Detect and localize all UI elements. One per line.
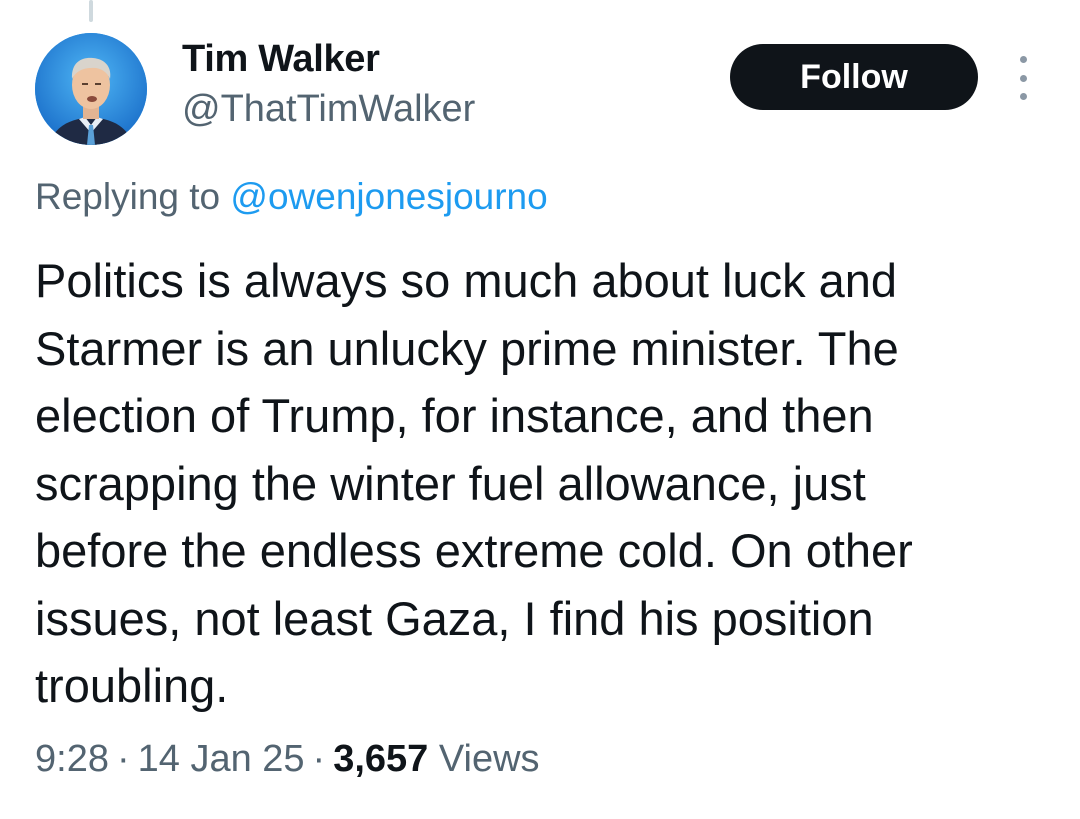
meta-separator: ·	[312, 738, 326, 780]
replying-to-label: Replying to	[35, 176, 221, 217]
tweet-text-line: Politics is always so much about luck an…	[35, 254, 898, 307]
more-vertical-icon-dot-2	[1019, 74, 1027, 82]
author-avatar[interactable]	[35, 33, 147, 145]
tweet-text-line: issues, not least Gaza, I find his posit…	[35, 591, 874, 645]
reply-to-handle-link[interactable]: @owenjonesjourno	[230, 176, 547, 217]
tweet-meta: 9:28 · 14 Jan 25 · 3,657 Views	[35, 738, 540, 781]
views-count[interactable]: 3,657	[333, 738, 428, 780]
tweet-text-line: before the endless extreme cold. On othe…	[35, 524, 913, 577]
tweet-text-line: troubling.	[35, 659, 229, 712]
author-handle[interactable]: @ThatTimWalker	[182, 88, 475, 131]
more-options-button[interactable]	[1008, 56, 1038, 100]
avatar-photo-icon	[35, 33, 147, 145]
tweet-text: Politics is always so much about luck an…	[35, 247, 1035, 720]
tweet-text-line: election of Trump, for instance, and the…	[35, 389, 874, 442]
tweet-text-line: Starmer is an unlucky prime minister. Th…	[35, 321, 899, 375]
replying-to: Replying to @owenjonesjourno	[35, 176, 548, 218]
more-vertical-icon-dot-3	[1019, 93, 1027, 100]
tweet-text-line: scrapping the winter fuel allowance, jus…	[35, 456, 866, 510]
author-name[interactable]: Tim Walker	[182, 38, 380, 81]
views-label[interactable]: Views	[439, 738, 540, 780]
tweet-date[interactable]: 14 Jan 25	[138, 738, 305, 780]
meta-separator: ·	[116, 738, 130, 780]
follow-button[interactable]: Follow	[730, 44, 978, 110]
tweet-time[interactable]: 9:28	[35, 738, 109, 780]
more-vertical-icon	[1019, 56, 1027, 63]
thread-connector-line	[89, 0, 93, 22]
